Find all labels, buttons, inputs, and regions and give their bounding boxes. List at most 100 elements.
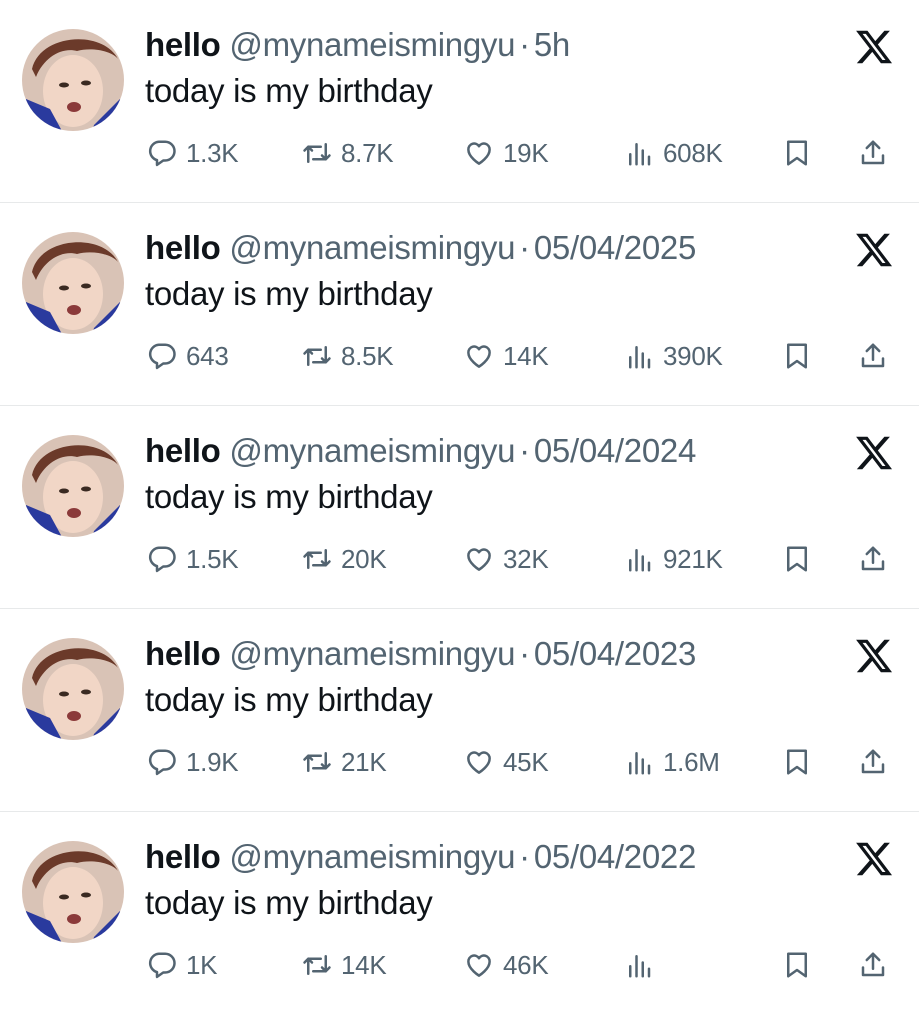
like-count: 46K (503, 949, 549, 980)
user-handle[interactable]: @mynameismingyu (229, 838, 515, 875)
avatar[interactable] (22, 435, 124, 537)
x-logo-icon (856, 30, 893, 64)
bookmark-button[interactable] (782, 133, 812, 173)
bookmark-button[interactable] (782, 336, 812, 376)
display-name[interactable]: hello (145, 432, 221, 469)
reply-button[interactable]: 1.5K (147, 539, 239, 579)
retweet-button[interactable]: 14K (302, 945, 387, 985)
reply-icon (148, 343, 176, 370)
display-name[interactable]: hello (145, 635, 221, 672)
views-icon (629, 549, 651, 572)
views-button[interactable]: 1.6M (624, 742, 720, 782)
reply-icon (148, 952, 176, 979)
user-handle[interactable]: @mynameismingyu (229, 26, 515, 63)
retweet-button[interactable]: 20K (302, 539, 387, 579)
reply-icon (148, 749, 176, 776)
avatar[interactable] (22, 841, 124, 943)
bookmark-icon (787, 952, 807, 978)
avatar[interactable] (22, 232, 124, 334)
retweet-icon (303, 143, 331, 163)
like-button[interactable]: 46K (464, 945, 549, 985)
tweet[interactable]: hello @mynameismingyu · 05/04/2022 today i… (0, 812, 919, 1015)
tweet-header: hello @mynameismingyu · 05/04/2023 (145, 636, 696, 672)
tweet-feed: hello @mynameismingyu · 5h today is my bir… (0, 0, 919, 1015)
display-name[interactable]: hello (145, 26, 221, 63)
like-button[interactable]: 19K (464, 133, 549, 173)
share-icon (861, 140, 885, 165)
like-icon (467, 345, 491, 368)
views-button[interactable]: 608K (624, 133, 723, 173)
reply-count: 1.3K (186, 137, 239, 168)
tweet-header: hello @mynameismingyu · 05/04/2022 (145, 839, 696, 875)
timestamp[interactable]: 05/04/2023 (534, 635, 696, 672)
reply-count: 1K (186, 949, 218, 980)
views-icon (629, 143, 651, 166)
retweet-icon (303, 955, 331, 975)
like-count: 45K (503, 746, 549, 777)
reply-button[interactable]: 1.3K (147, 133, 239, 173)
retweet-count: 14K (341, 949, 387, 980)
user-handle[interactable]: @mynameismingyu (229, 229, 515, 266)
reply-count: 643 (186, 340, 229, 371)
tweet-actions: 1.5K 20K 32K 921K (0, 539, 919, 579)
retweet-button[interactable]: 8.7K (302, 133, 394, 173)
reply-button[interactable]: 1.9K (147, 742, 239, 782)
tweet[interactable]: hello @mynameismingyu · 05/04/2024 today i… (0, 406, 919, 609)
share-button[interactable] (858, 539, 888, 579)
tweet[interactable]: hello @mynameismingyu · 05/04/2025 today i… (0, 203, 919, 406)
user-handle[interactable]: @mynameismingyu (229, 432, 515, 469)
display-name[interactable]: hello (145, 229, 221, 266)
bookmark-icon (787, 140, 807, 166)
share-icon (861, 952, 885, 977)
tweet-header: hello @mynameismingyu · 5h (145, 27, 570, 63)
tweet-actions: 1K 14K 46K (0, 945, 919, 985)
views-button[interactable]: 921K (624, 539, 723, 579)
like-button[interactable]: 45K (464, 742, 549, 782)
avatar[interactable] (22, 638, 124, 740)
retweet-button[interactable]: 21K (302, 742, 387, 782)
like-count: 14K (503, 340, 549, 371)
tweet-actions: 1.3K 8.7K 19K 608K (0, 133, 919, 173)
tweet-header: hello @mynameismingyu · 05/04/2025 (145, 230, 696, 266)
timestamp[interactable]: 05/04/2024 (534, 432, 696, 469)
tweet[interactable]: hello @mynameismingyu · 05/04/2023 today i… (0, 609, 919, 812)
share-button[interactable] (858, 336, 888, 376)
tweet-text: today is my birthday (145, 275, 433, 312)
retweet-icon (303, 752, 331, 772)
tweet-text: today is my birthday (145, 478, 433, 515)
like-count: 32K (503, 543, 549, 574)
share-button[interactable] (858, 945, 888, 985)
like-button[interactable]: 14K (464, 336, 549, 376)
timestamp[interactable]: 5h (534, 26, 570, 63)
share-button[interactable] (858, 742, 888, 782)
like-count: 19K (503, 137, 549, 168)
x-logo-icon (856, 639, 893, 673)
bookmark-button[interactable] (782, 539, 812, 579)
like-icon (467, 548, 491, 571)
views-count: 390K (663, 340, 723, 371)
timestamp[interactable]: 05/04/2022 (534, 838, 696, 875)
tweet[interactable]: hello @mynameismingyu · 5h today is my bir… (0, 0, 919, 203)
avatar[interactable] (22, 29, 124, 131)
views-button[interactable]: 390K (624, 336, 723, 376)
like-icon (467, 751, 491, 774)
x-logo-icon (856, 233, 893, 267)
like-button[interactable]: 32K (464, 539, 549, 579)
reply-count: 1.9K (186, 746, 239, 777)
display-name[interactable]: hello (145, 838, 221, 875)
bookmark-icon (787, 749, 807, 775)
bookmark-button[interactable] (782, 945, 812, 985)
views-icon (629, 346, 651, 369)
retweet-count: 8.7K (341, 137, 394, 168)
separator-dot: · (519, 26, 530, 63)
views-button[interactable] (624, 945, 663, 985)
share-icon (861, 749, 885, 774)
timestamp[interactable]: 05/04/2025 (534, 229, 696, 266)
reply-button[interactable]: 1K (147, 945, 218, 985)
share-button[interactable] (858, 133, 888, 173)
bookmark-button[interactable] (782, 742, 812, 782)
retweet-button[interactable]: 8.5K (302, 336, 394, 376)
user-handle[interactable]: @mynameismingyu (229, 635, 515, 672)
reply-button[interactable]: 643 (147, 336, 229, 376)
separator-dot: · (519, 432, 530, 469)
